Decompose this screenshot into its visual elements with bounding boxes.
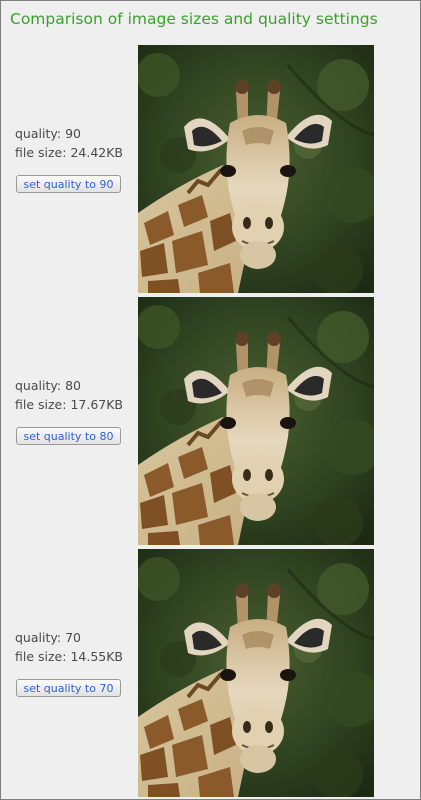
file-size-label: file size: (15, 145, 67, 160)
giraffe-image-q70 (138, 549, 374, 797)
quality-info: quality: 80 file size: 17.67KB set quali… (15, 376, 135, 445)
quality-value: 90 (65, 126, 81, 141)
quality-label: quality: (15, 378, 62, 393)
set-quality-90-button[interactable]: set quality to 90 (16, 175, 121, 193)
file-size-value: 17.67KB (70, 397, 124, 412)
set-quality-70-button[interactable]: set quality to 70 (16, 679, 121, 697)
quality-label: quality: (15, 126, 62, 141)
quality-line: quality: 90 (15, 124, 135, 143)
comparison-panel: Comparison of image sizes and quality se… (0, 0, 421, 800)
quality-row-70: quality: 70 file size: 14.55KB set quali… (1, 549, 420, 797)
quality-info: quality: 70 file size: 14.55KB set quali… (15, 628, 135, 697)
file-size-label: file size: (15, 649, 67, 664)
giraffe-image-q80 (138, 297, 374, 545)
file-size-line: file size: 17.67KB (15, 395, 135, 414)
file-size-value: 24.42KB (70, 145, 124, 160)
quality-label: quality: (15, 630, 62, 645)
quality-line: quality: 70 (15, 628, 135, 647)
quality-value: 70 (65, 630, 81, 645)
quality-info: quality: 90 file size: 24.42KB set quali… (15, 124, 135, 193)
page-title: Comparison of image sizes and quality se… (10, 10, 378, 28)
quality-row-80: quality: 80 file size: 17.67KB set quali… (1, 297, 420, 545)
quality-value: 80 (65, 378, 81, 393)
quality-row-90: quality: 90 file size: 24.42KB set quali… (1, 45, 420, 293)
file-size-value: 14.55KB (70, 649, 124, 664)
file-size-line: file size: 24.42KB (15, 143, 135, 162)
giraffe-image-q90 (138, 45, 374, 293)
file-size-label: file size: (15, 397, 67, 412)
file-size-line: file size: 14.55KB (15, 647, 135, 666)
set-quality-80-button[interactable]: set quality to 80 (16, 427, 121, 445)
quality-line: quality: 80 (15, 376, 135, 395)
